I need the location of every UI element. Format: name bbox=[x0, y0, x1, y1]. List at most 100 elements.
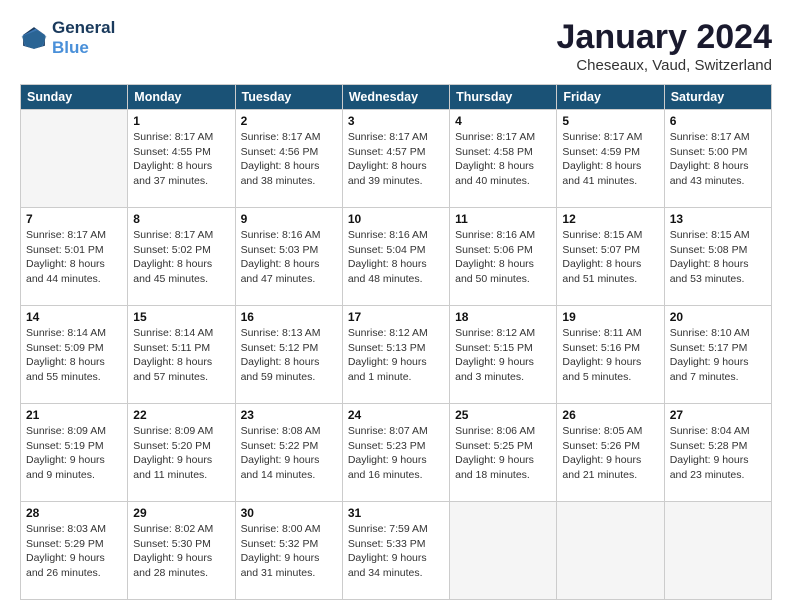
day-cell: 5 Sunrise: 8:17 AMSunset: 4:59 PMDaylight… bbox=[557, 110, 664, 208]
day-number: 28 bbox=[26, 506, 122, 520]
day-cell: 19Sunrise: 8:11 AMSunset: 5:16 PMDayligh… bbox=[557, 306, 664, 404]
day-number: 11 bbox=[455, 212, 551, 226]
day-cell: 23 Sunrise: 8:08 AMSunset: 5:22 PMDayligh… bbox=[235, 404, 342, 502]
day-info: Sunrise: 8:09 AMSunset: 5:20 PMDaylight:… bbox=[133, 424, 229, 483]
day-number: 23 bbox=[241, 408, 337, 422]
day-cell: 6 Sunrise: 8:17 AMSunset: 5:00 PMDaylight… bbox=[664, 110, 771, 208]
day-number: 21 bbox=[26, 408, 122, 422]
day-info: Sunrise: 8:17 AMSunset: 4:58 PMDaylight:… bbox=[455, 130, 551, 189]
day-info: Sunrise: 8:17 AMSunset: 4:57 PMDaylight:… bbox=[348, 130, 444, 189]
week-row-0: 1Sunrise: 8:17 AMSunset: 4:55 PMDaylight… bbox=[21, 110, 772, 208]
day-info: Sunrise: 8:08 AMSunset: 5:22 PMDaylight:… bbox=[241, 424, 337, 483]
day-cell: 24Sunrise: 8:07 AMSunset: 5:23 PMDayligh… bbox=[342, 404, 449, 502]
day-number: 6 bbox=[670, 114, 766, 128]
day-cell bbox=[21, 110, 128, 208]
logo-icon bbox=[20, 24, 48, 52]
day-cell bbox=[664, 502, 771, 600]
calendar-subtitle: Cheseaux, Vaud, Switzerland bbox=[557, 57, 773, 74]
day-number: 5 bbox=[562, 114, 658, 128]
day-cell: 18 Sunrise: 8:12 AMSunset: 5:15 PMDayligh… bbox=[450, 306, 557, 404]
day-cell: 21Sunrise: 8:09 AMSunset: 5:19 PMDayligh… bbox=[21, 404, 128, 502]
day-cell: 29Sunrise: 8:02 AMSunset: 5:30 PMDayligh… bbox=[128, 502, 235, 600]
day-number: 22 bbox=[133, 408, 229, 422]
day-info: Sunrise: 8:13 AMSunset: 5:12 PMDaylight:… bbox=[241, 326, 337, 385]
day-info: Sunrise: 8:02 AMSunset: 5:30 PMDaylight:… bbox=[133, 522, 229, 581]
day-cell: 4 Sunrise: 8:17 AMSunset: 4:58 PMDaylight… bbox=[450, 110, 557, 208]
logo-line2: Blue bbox=[52, 38, 115, 58]
day-info: Sunrise: 8:16 AMSunset: 5:03 PMDaylight:… bbox=[241, 228, 337, 287]
day-info: Sunrise: 8:16 AMSunset: 5:04 PMDaylight:… bbox=[348, 228, 444, 287]
day-number: 18 bbox=[455, 310, 551, 324]
day-cell: 2Sunrise: 8:17 AMSunset: 4:56 PMDaylight… bbox=[235, 110, 342, 208]
day-number: 30 bbox=[241, 506, 337, 520]
day-info: Sunrise: 8:15 AMSunset: 5:07 PMDaylight:… bbox=[562, 228, 658, 287]
header-cell-wednesday: Wednesday bbox=[342, 85, 449, 110]
day-cell bbox=[557, 502, 664, 600]
day-info: Sunrise: 8:17 AMSunset: 5:00 PMDaylight:… bbox=[670, 130, 766, 189]
day-info: Sunrise: 8:07 AMSunset: 5:23 PMDaylight:… bbox=[348, 424, 444, 483]
logo-line1: General bbox=[52, 18, 115, 38]
day-cell: 1Sunrise: 8:17 AMSunset: 4:55 PMDaylight… bbox=[128, 110, 235, 208]
day-number: 7 bbox=[26, 212, 122, 226]
day-number: 15 bbox=[133, 310, 229, 324]
title-block: January 2024 Cheseaux, Vaud, Switzerland bbox=[557, 18, 773, 74]
day-info: Sunrise: 8:17 AMSunset: 5:02 PMDaylight:… bbox=[133, 228, 229, 287]
header: General Blue January 2024 Cheseaux, Vaud… bbox=[20, 18, 772, 74]
day-info: Sunrise: 8:04 AMSunset: 5:28 PMDaylight:… bbox=[670, 424, 766, 483]
day-info: Sunrise: 8:17 AMSunset: 4:59 PMDaylight:… bbox=[562, 130, 658, 189]
calendar-table: SundayMondayTuesdayWednesdayThursdayFrid… bbox=[20, 84, 772, 600]
logo-text: General Blue bbox=[52, 18, 115, 57]
day-cell: 12 Sunrise: 8:15 AMSunset: 5:07 PMDayligh… bbox=[557, 208, 664, 306]
day-number: 17 bbox=[348, 310, 444, 324]
day-number: 20 bbox=[670, 310, 766, 324]
week-row-1: 7 Sunrise: 8:17 AMSunset: 5:01 PMDaylight… bbox=[21, 208, 772, 306]
day-info: Sunrise: 8:12 AMSunset: 5:15 PMDaylight:… bbox=[455, 326, 551, 385]
day-info: Sunrise: 8:10 AMSunset: 5:17 PMDaylight:… bbox=[670, 326, 766, 385]
day-number: 19 bbox=[562, 310, 658, 324]
day-number: 16 bbox=[241, 310, 337, 324]
logo: General Blue bbox=[20, 18, 115, 57]
day-cell: 27Sunrise: 8:04 AMSunset: 5:28 PMDayligh… bbox=[664, 404, 771, 502]
day-number: 3 bbox=[348, 114, 444, 128]
day-number: 4 bbox=[455, 114, 551, 128]
day-cell: 28Sunrise: 8:03 AMSunset: 5:29 PMDayligh… bbox=[21, 502, 128, 600]
day-number: 12 bbox=[562, 212, 658, 226]
day-cell: 13 Sunrise: 8:15 AMSunset: 5:08 PMDayligh… bbox=[664, 208, 771, 306]
calendar-title: January 2024 bbox=[557, 18, 773, 57]
day-cell: 20 Sunrise: 8:10 AMSunset: 5:17 PMDayligh… bbox=[664, 306, 771, 404]
header-row: SundayMondayTuesdayWednesdayThursdayFrid… bbox=[21, 85, 772, 110]
day-info: Sunrise: 8:00 AMSunset: 5:32 PMDaylight:… bbox=[241, 522, 337, 581]
day-cell: 16 Sunrise: 8:13 AMSunset: 5:12 PMDayligh… bbox=[235, 306, 342, 404]
week-row-4: 28Sunrise: 8:03 AMSunset: 5:29 PMDayligh… bbox=[21, 502, 772, 600]
day-cell: 30 Sunrise: 8:00 AMSunset: 5:32 PMDayligh… bbox=[235, 502, 342, 600]
day-cell: 3 Sunrise: 8:17 AMSunset: 4:57 PMDaylight… bbox=[342, 110, 449, 208]
page: General Blue January 2024 Cheseaux, Vaud… bbox=[0, 0, 792, 612]
day-info: Sunrise: 8:15 AMSunset: 5:08 PMDaylight:… bbox=[670, 228, 766, 287]
day-info: Sunrise: 8:14 AMSunset: 5:09 PMDaylight:… bbox=[26, 326, 122, 385]
day-info: Sunrise: 8:12 AMSunset: 5:13 PMDaylight:… bbox=[348, 326, 444, 385]
day-number: 13 bbox=[670, 212, 766, 226]
day-cell: 8Sunrise: 8:17 AMSunset: 5:02 PMDaylight… bbox=[128, 208, 235, 306]
day-info: Sunrise: 8:17 AMSunset: 5:01 PMDaylight:… bbox=[26, 228, 122, 287]
calendar-header: SundayMondayTuesdayWednesdayThursdayFrid… bbox=[21, 85, 772, 110]
day-number: 2 bbox=[241, 114, 337, 128]
day-cell: 10 Sunrise: 8:16 AMSunset: 5:04 PMDayligh… bbox=[342, 208, 449, 306]
day-cell: 25Sunrise: 8:06 AMSunset: 5:25 PMDayligh… bbox=[450, 404, 557, 502]
day-info: Sunrise: 8:16 AMSunset: 5:06 PMDaylight:… bbox=[455, 228, 551, 287]
day-number: 14 bbox=[26, 310, 122, 324]
week-row-3: 21Sunrise: 8:09 AMSunset: 5:19 PMDayligh… bbox=[21, 404, 772, 502]
day-info: Sunrise: 8:05 AMSunset: 5:26 PMDaylight:… bbox=[562, 424, 658, 483]
day-cell: 31Sunrise: 7:59 AMSunset: 5:33 PMDayligh… bbox=[342, 502, 449, 600]
header-cell-monday: Monday bbox=[128, 85, 235, 110]
header-cell-friday: Friday bbox=[557, 85, 664, 110]
day-cell: 17 Sunrise: 8:12 AMSunset: 5:13 PMDayligh… bbox=[342, 306, 449, 404]
week-row-2: 14 Sunrise: 8:14 AMSunset: 5:09 PMDayligh… bbox=[21, 306, 772, 404]
day-cell: 9Sunrise: 8:16 AMSunset: 5:03 PMDaylight… bbox=[235, 208, 342, 306]
day-cell: 7 Sunrise: 8:17 AMSunset: 5:01 PMDaylight… bbox=[21, 208, 128, 306]
day-number: 31 bbox=[348, 506, 444, 520]
day-cell: 26Sunrise: 8:05 AMSunset: 5:26 PMDayligh… bbox=[557, 404, 664, 502]
day-number: 10 bbox=[348, 212, 444, 226]
header-cell-thursday: Thursday bbox=[450, 85, 557, 110]
day-info: Sunrise: 8:17 AMSunset: 4:55 PMDaylight:… bbox=[133, 130, 229, 189]
day-cell: 22 Sunrise: 8:09 AMSunset: 5:20 PMDayligh… bbox=[128, 404, 235, 502]
